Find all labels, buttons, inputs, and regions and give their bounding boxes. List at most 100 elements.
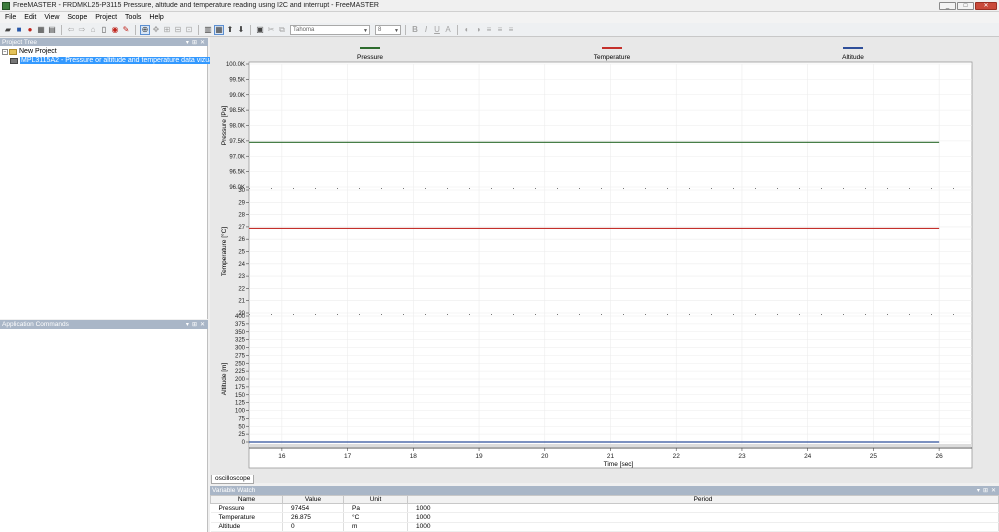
tab-oscilloscope[interactable]: oscilloscope (211, 475, 255, 484)
x-tick-label: 24 (804, 453, 812, 460)
chevron-down-icon: ▼ (394, 27, 399, 34)
cell-unit: Pa (343, 503, 408, 514)
y-tick-label: 375 (235, 322, 246, 328)
y-tick-label: 21 (238, 299, 245, 305)
menu-project[interactable]: Project (95, 14, 117, 21)
align-center-icon[interactable]: ≡ (495, 25, 505, 35)
copy-icon[interactable]: ⧉ (277, 25, 287, 35)
menu-file[interactable]: File (5, 14, 16, 21)
camera-icon[interactable]: ▣ (255, 25, 265, 35)
pin-icon[interactable]: ▾ (186, 39, 189, 46)
y-tick-label: 400 (235, 314, 246, 320)
y-tick-label: 98.5K (229, 108, 245, 114)
app-commands-panel (0, 329, 208, 532)
cell-period: 1000 (407, 512, 999, 523)
pin-icon[interactable]: ▾ (977, 487, 980, 494)
dock-icon[interactable]: ⊞ (192, 39, 197, 46)
arrow-up-icon[interactable]: ⬆ (225, 25, 235, 35)
underline-icon[interactable]: U (432, 25, 442, 35)
y-tick-label: 350 (235, 330, 246, 336)
grid-icon[interactable]: ▦ (36, 25, 46, 35)
y-tick-label: 250 (235, 361, 246, 367)
italic-icon[interactable]: I (421, 25, 431, 35)
close-icon[interactable]: ✕ (991, 487, 996, 494)
zoom-fit-icon[interactable]: ⊡ (184, 25, 194, 35)
tree-item-scope[interactable]: MPL3115A2 - Pressure or altitude and tem… (10, 57, 236, 64)
x-tick-label: 26 (936, 453, 944, 460)
y-tick-label: 99.5K (229, 77, 245, 83)
y-tick-label: 25 (238, 432, 245, 438)
zoom-icon[interactable]: ⊕ (140, 24, 150, 35)
y-tick-label: 24 (238, 262, 245, 268)
back-icon[interactable]: ⇦ (66, 25, 76, 35)
legend-label: Pressure (357, 54, 383, 61)
cell-value: 26.875 (282, 512, 344, 523)
close-icon[interactable]: ✕ (200, 39, 205, 46)
text-color-icon[interactable]: A (443, 25, 453, 35)
scope-icon[interactable]: ▥ (203, 25, 213, 35)
forward-icon[interactable]: ⇨ (77, 25, 87, 35)
cell-name: Temperature (210, 512, 283, 523)
table-row[interactable]: Pressure 97454 Pa 1000 (210, 503, 999, 514)
toolbar-separator (61, 24, 62, 35)
stop-icon[interactable]: ● (25, 25, 35, 35)
cell-name: Pressure (210, 503, 283, 514)
variable-icon[interactable]: ✎ (121, 25, 131, 35)
home-icon[interactable]: ⌂ (88, 25, 98, 35)
zoom-in-icon[interactable]: ⊞ (162, 25, 172, 35)
cell-unit: m (343, 522, 408, 532)
align-right-icon[interactable]: ≡ (506, 25, 516, 35)
y-tick-label: 98.0K (229, 124, 245, 130)
save-icon[interactable]: ■ (14, 25, 24, 35)
outdent-icon[interactable]: ◑ (473, 25, 483, 35)
table-row[interactable]: Temperature 26.875 °C 1000 (210, 512, 999, 523)
font-size-select[interactable]: 8 ▼ (375, 24, 401, 35)
close-button[interactable]: ✕ (975, 1, 997, 10)
x-tick-label: 18 (410, 453, 418, 460)
menu-help[interactable]: Help (149, 14, 163, 21)
table-icon[interactable]: ▦ (214, 24, 224, 35)
menu-scope[interactable]: Scope (67, 14, 87, 21)
y-tick-label: 0 (242, 440, 246, 446)
column-unit[interactable]: Unit (343, 495, 408, 504)
y-tick-label: 325 (235, 338, 246, 344)
print-icon[interactable]: ▤ (47, 25, 57, 35)
column-value[interactable]: Value (282, 495, 344, 504)
maximize-button[interactable]: □ (957, 1, 974, 10)
bold-icon[interactable]: B (410, 25, 420, 35)
y-tick-label: 275 (235, 353, 246, 359)
oscilloscope-icon (10, 57, 18, 64)
pin-icon[interactable]: ▾ (186, 321, 189, 328)
arrow-down-icon[interactable]: ⬇ (236, 25, 246, 35)
column-name[interactable]: Name (210, 495, 283, 504)
zoom-out-icon[interactable]: ⊟ (173, 25, 183, 35)
minimize-button[interactable]: _ (939, 1, 956, 10)
toolbar-separator (405, 24, 406, 35)
font-select[interactable]: Tahoma ▼ (290, 24, 370, 35)
y-tick-label: 75 (238, 416, 245, 422)
x-axis-strip (249, 444, 972, 447)
cut-icon[interactable]: ✂ (266, 25, 276, 35)
dock-icon[interactable]: ⊞ (192, 321, 197, 328)
menu-tools[interactable]: Tools (125, 14, 141, 21)
indent-icon[interactable]: ◐ (462, 25, 472, 35)
menu-edit[interactable]: Edit (24, 14, 36, 21)
record-icon[interactable]: ◉ (110, 25, 120, 35)
x-tick-label: 20 (541, 453, 549, 460)
open-folder-icon[interactable]: ▰ (3, 25, 13, 35)
tree-root[interactable]: − New Project (2, 48, 57, 55)
variable-watch-header: Variable Watch ▾ ⊞ ✕ (210, 486, 999, 495)
collapse-icon[interactable]: − (2, 48, 8, 55)
column-period[interactable]: Period (407, 495, 999, 504)
dock-icon[interactable]: ⊞ (983, 487, 988, 494)
y-tick-label: 100.0K (226, 62, 245, 68)
oscilloscope-chart[interactable]: Pressure Temperature Altitude 96.0K96.5K97… (210, 37, 999, 483)
y-tick-label: 99.0K (229, 93, 245, 99)
table-row[interactable]: Altitude 0 m 1000 (210, 522, 999, 532)
pan-icon[interactable]: ✥ (151, 25, 161, 35)
page-icon[interactable]: ▯ (99, 25, 109, 35)
close-icon[interactable]: ✕ (200, 321, 205, 328)
y-tick-label: 97.5K (229, 139, 245, 145)
menu-view[interactable]: View (44, 14, 59, 21)
align-left-icon[interactable]: ≡ (484, 25, 494, 35)
